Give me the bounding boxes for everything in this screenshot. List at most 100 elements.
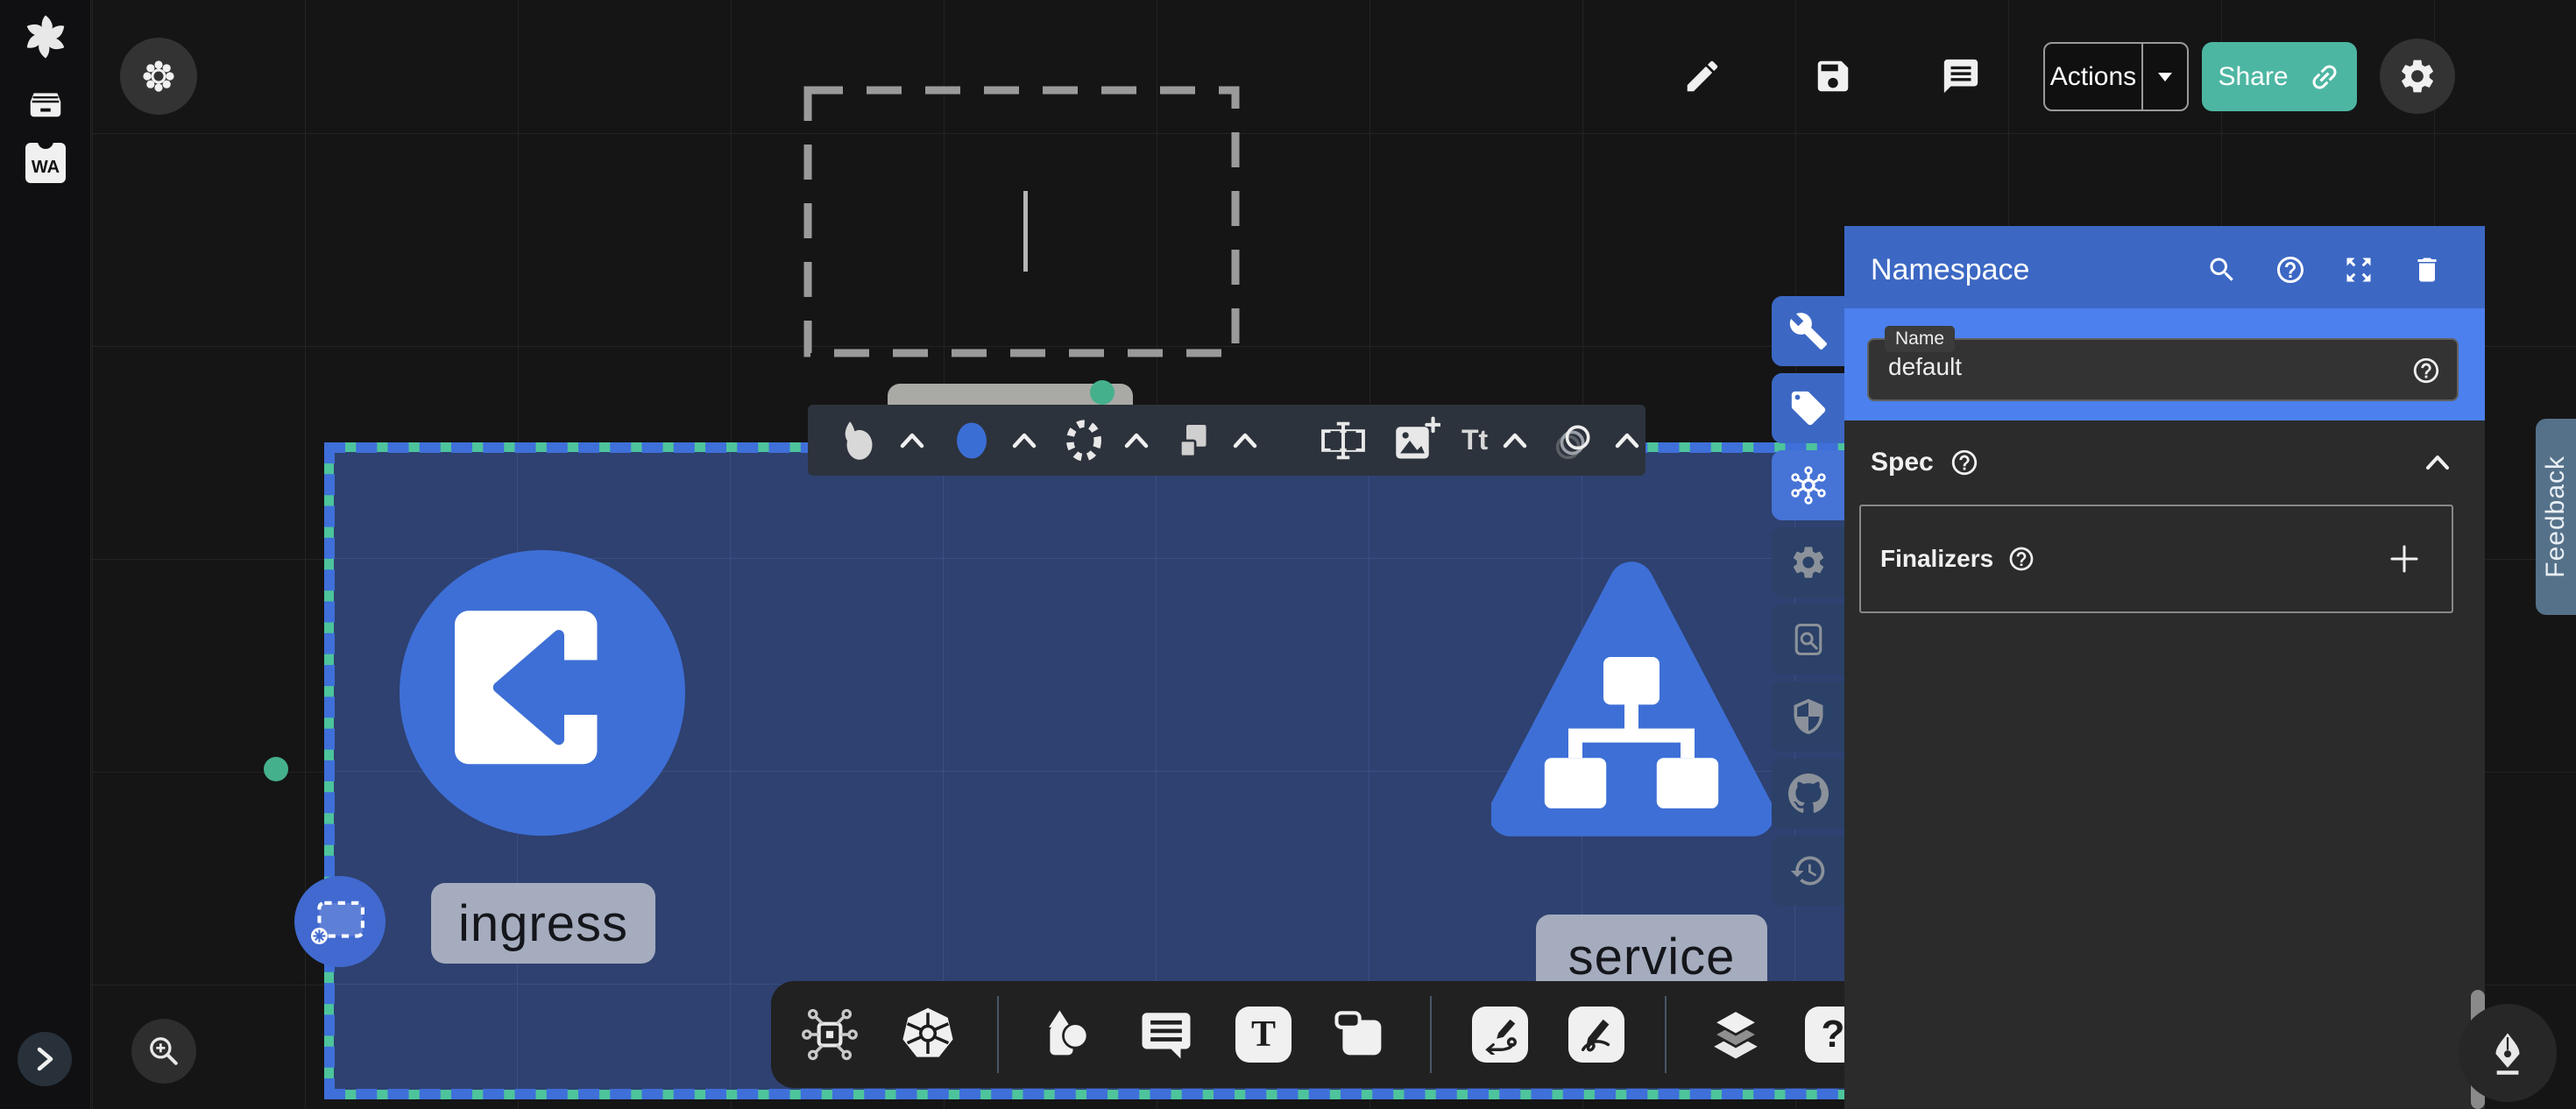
wa-badge-notch	[38, 137, 53, 149]
typography-control[interactable]: Tt	[1461, 424, 1528, 456]
chevron-up-icon	[1123, 432, 1150, 449]
text-width-icon	[1318, 415, 1369, 466]
tag-icon	[1788, 388, 1829, 428]
layers-icon	[1707, 1006, 1765, 1063]
comments-button[interactable]	[1938, 53, 1984, 99]
spec-section-header[interactable]: Spec	[1871, 443, 2459, 482]
shield-icon	[1789, 697, 1828, 736]
panel-title: Namespace	[1871, 253, 2206, 287]
hub-icon	[1787, 464, 1829, 506]
namespace-badge[interactable]	[294, 876, 386, 967]
ingress-label[interactable]: ingress	[431, 883, 655, 964]
feedback-tab[interactable]: Feedback	[2536, 419, 2576, 615]
tab-github[interactable]	[1772, 759, 1844, 829]
frame-tool[interactable]	[1332, 1006, 1390, 1063]
edit-mode-button[interactable]	[1680, 53, 1725, 99]
add-finalizer-button[interactable]	[2388, 543, 2420, 575]
shapes-icon	[834, 415, 885, 466]
image-add-icon	[1390, 415, 1440, 466]
help-icon[interactable]	[2275, 254, 2306, 286]
expand-icon[interactable]	[2343, 254, 2374, 286]
tab-preview[interactable]	[1772, 604, 1844, 675]
kubernetes-icon	[899, 1006, 957, 1063]
help-icon[interactable]	[2007, 545, 2035, 573]
integration-tool[interactable]	[801, 1006, 859, 1063]
connector-pen-tool[interactable]	[1472, 1007, 1528, 1063]
name-input[interactable]	[1886, 352, 2363, 382]
tab-resources[interactable]	[1772, 450, 1844, 520]
kubernetes-tool[interactable]	[899, 1006, 957, 1063]
help-icon[interactable]	[1950, 448, 1979, 477]
shape-type-control[interactable]	[834, 415, 925, 466]
stroke-style-control[interactable]	[1058, 415, 1150, 466]
toolbar-divider	[997, 996, 999, 1073]
name-field[interactable]: Name	[1867, 338, 2459, 401]
link-icon	[2301, 53, 2348, 101]
gear-icon	[1789, 543, 1828, 582]
inbox-icon[interactable]	[25, 81, 67, 123]
settings-button[interactable]	[2380, 39, 2455, 114]
format-toolbar: Tt	[808, 405, 1645, 476]
caret-down-icon	[2156, 71, 2174, 83]
finalizers-section: Finalizers	[1859, 505, 2453, 613]
help-icon[interactable]	[2411, 356, 2441, 385]
zoom-button[interactable]	[131, 1019, 196, 1084]
text-caret	[1023, 191, 1028, 272]
edit-pencil-icon	[1682, 56, 1723, 96]
shapes-menu-button[interactable]	[120, 38, 197, 115]
text-tool[interactable]: T	[1235, 1007, 1292, 1063]
chevron-up-icon	[1011, 432, 1037, 449]
collapse-chevron-icon[interactable]	[2424, 453, 2452, 472]
layers-tool[interactable]	[1707, 1006, 1765, 1063]
actions-button-label[interactable]: Actions	[2045, 44, 2141, 109]
resize-handle-dot[interactable]	[1090, 380, 1115, 405]
trash-icon[interactable]	[2411, 254, 2443, 286]
wa-badge[interactable]: WA	[25, 143, 66, 183]
arrange-icon	[1171, 417, 1218, 464]
spec-label: Spec	[1871, 448, 1934, 477]
chat-icon	[1137, 1006, 1195, 1063]
expand-sidebar-button[interactable]	[18, 1032, 72, 1086]
freehand-pencil-tool[interactable]	[1568, 1007, 1624, 1063]
tab-security[interactable]	[1772, 682, 1844, 752]
pen-nib-icon	[2484, 1029, 2531, 1077]
dashed-rect-icon	[307, 893, 373, 950]
insert-image-control[interactable]	[1390, 415, 1440, 466]
tab-labels[interactable]	[1772, 373, 1844, 443]
left-sidebar: WA	[0, 0, 91, 1109]
name-field-label: Name	[1885, 326, 1955, 352]
fill-color-control[interactable]	[946, 415, 1037, 466]
opacity-control[interactable]	[1549, 415, 1640, 466]
doc-search-icon	[1789, 620, 1828, 659]
search-icon[interactable]	[2206, 254, 2238, 286]
shapes-tool[interactable]	[1039, 1006, 1097, 1063]
text-width-control[interactable]	[1318, 415, 1369, 466]
actions-button[interactable]: Actions	[2043, 42, 2189, 111]
opacity-icon	[1549, 415, 1600, 466]
fill-ellipse-icon	[946, 415, 997, 466]
pen-mode-button[interactable]	[2459, 1004, 2557, 1102]
share-button[interactable]: Share	[2202, 42, 2357, 111]
textbox-dashed-outline[interactable]	[803, 85, 1241, 358]
toolbar-divider	[1665, 996, 1667, 1073]
ingress-node[interactable]	[400, 550, 685, 836]
chevron-up-icon	[899, 432, 925, 449]
pen-arrow-icon	[1480, 1014, 1520, 1055]
service-node[interactable]	[1491, 555, 1772, 871]
tab-history[interactable]	[1772, 836, 1844, 906]
finalizers-label: Finalizers	[1880, 545, 1993, 573]
comment-tool[interactable]	[1137, 1006, 1195, 1063]
actions-dropdown-toggle[interactable]	[2141, 44, 2187, 109]
panel-header: Namespace	[1844, 226, 2485, 314]
github-icon	[1788, 773, 1829, 814]
app-logo-pinwheel[interactable]	[21, 12, 70, 61]
tab-configure[interactable]	[1772, 296, 1844, 366]
tab-settings[interactable]	[1772, 527, 1844, 597]
namespace-panel: Namespace Name Spec	[1844, 226, 2485, 1109]
save-button[interactable]	[1810, 53, 1856, 99]
comment-icon	[1941, 56, 1981, 96]
toolbar-divider	[1430, 996, 1432, 1073]
connection-handle-dot[interactable]	[264, 757, 288, 781]
arrange-control[interactable]	[1171, 417, 1258, 464]
wrench-icon	[1788, 311, 1829, 351]
